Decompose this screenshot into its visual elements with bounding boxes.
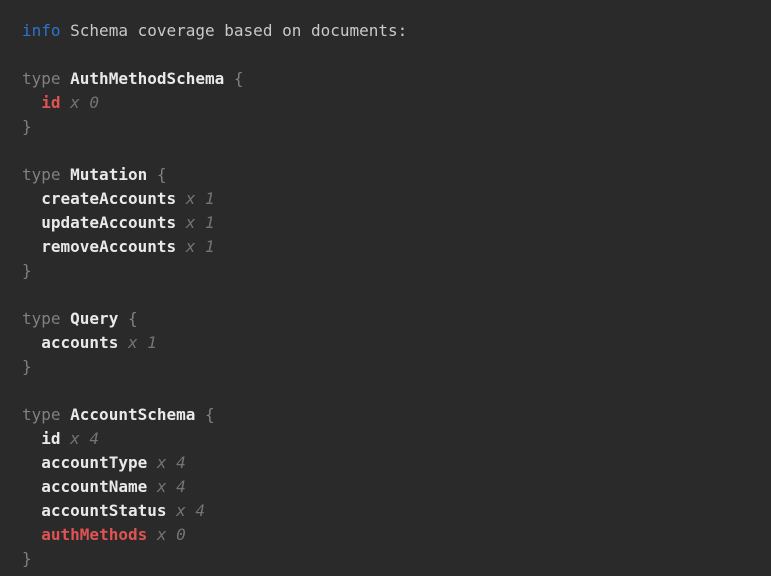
- field-count: x 0: [70, 91, 99, 115]
- type-close-line: }: [22, 115, 761, 139]
- type-name: Mutation: [70, 163, 147, 187]
- field-line: accountType x 4: [22, 451, 761, 475]
- type-close-line: }: [22, 259, 761, 283]
- field-count: x 0: [157, 523, 186, 547]
- type-open-line: type AccountSchema {: [22, 403, 761, 427]
- type-close-line: }: [22, 355, 761, 379]
- info-message: Schema coverage based on documents:: [70, 19, 407, 43]
- open-brace: {: [128, 307, 138, 331]
- type-keyword: type: [22, 403, 61, 427]
- field-count: x 4: [176, 499, 205, 523]
- field-line: authMethods x 0: [22, 523, 761, 547]
- field-count: x 1: [186, 187, 215, 211]
- info-badge: info: [22, 19, 61, 43]
- type-keyword: type: [22, 163, 61, 187]
- type-open-line: type AuthMethodSchema {: [22, 67, 761, 91]
- field-count: x 4: [157, 475, 186, 499]
- type-name: AuthMethodSchema: [70, 67, 224, 91]
- terminal-output: info Schema coverage based on documents:…: [0, 0, 771, 576]
- field-count: x 4: [70, 427, 99, 451]
- field-name: accountStatus: [41, 499, 166, 523]
- field-line: accounts x 1: [22, 331, 761, 355]
- field-line: removeAccounts x 1: [22, 235, 761, 259]
- type-open-line: type Mutation {: [22, 163, 761, 187]
- field-name: id: [41, 427, 60, 451]
- field-name: removeAccounts: [41, 235, 176, 259]
- type-keyword: type: [22, 307, 61, 331]
- open-brace: {: [234, 67, 244, 91]
- field-name: authMethods: [41, 523, 147, 547]
- close-brace: }: [22, 355, 32, 379]
- field-name: accountName: [41, 475, 147, 499]
- field-name: updateAccounts: [41, 211, 176, 235]
- field-count: x 4: [157, 451, 186, 475]
- type-block-mutation: type Mutation { createAccounts x 1 updat…: [22, 163, 761, 283]
- field-line: accountStatus x 4: [22, 499, 761, 523]
- type-block-account-schema: type AccountSchema { id x 4 accountType …: [22, 403, 761, 571]
- field-name: id: [41, 91, 60, 115]
- field-line: updateAccounts x 1: [22, 211, 761, 235]
- field-count: x 1: [186, 211, 215, 235]
- type-keyword: type: [22, 67, 61, 91]
- type-open-line: type Query {: [22, 307, 761, 331]
- field-line: createAccounts x 1: [22, 187, 761, 211]
- type-block-auth-method-schema: type AuthMethodSchema { id x 0 }: [22, 67, 761, 139]
- field-name: accounts: [41, 331, 118, 355]
- close-brace: }: [22, 547, 32, 571]
- type-name: Query: [70, 307, 118, 331]
- field-count: x 1: [186, 235, 215, 259]
- field-line: id x 0: [22, 91, 761, 115]
- close-brace: }: [22, 259, 32, 283]
- field-line: id x 4: [22, 427, 761, 451]
- info-line: info Schema coverage based on documents:: [22, 19, 761, 43]
- field-count: x 1: [128, 331, 157, 355]
- close-brace: }: [22, 115, 32, 139]
- open-brace: {: [157, 163, 167, 187]
- type-close-line: }: [22, 547, 761, 571]
- type-name: AccountSchema: [70, 403, 195, 427]
- field-name: accountType: [41, 451, 147, 475]
- field-line: accountName x 4: [22, 475, 761, 499]
- open-brace: {: [205, 403, 215, 427]
- type-block-query: type Query { accounts x 1 }: [22, 307, 761, 379]
- field-name: createAccounts: [41, 187, 176, 211]
